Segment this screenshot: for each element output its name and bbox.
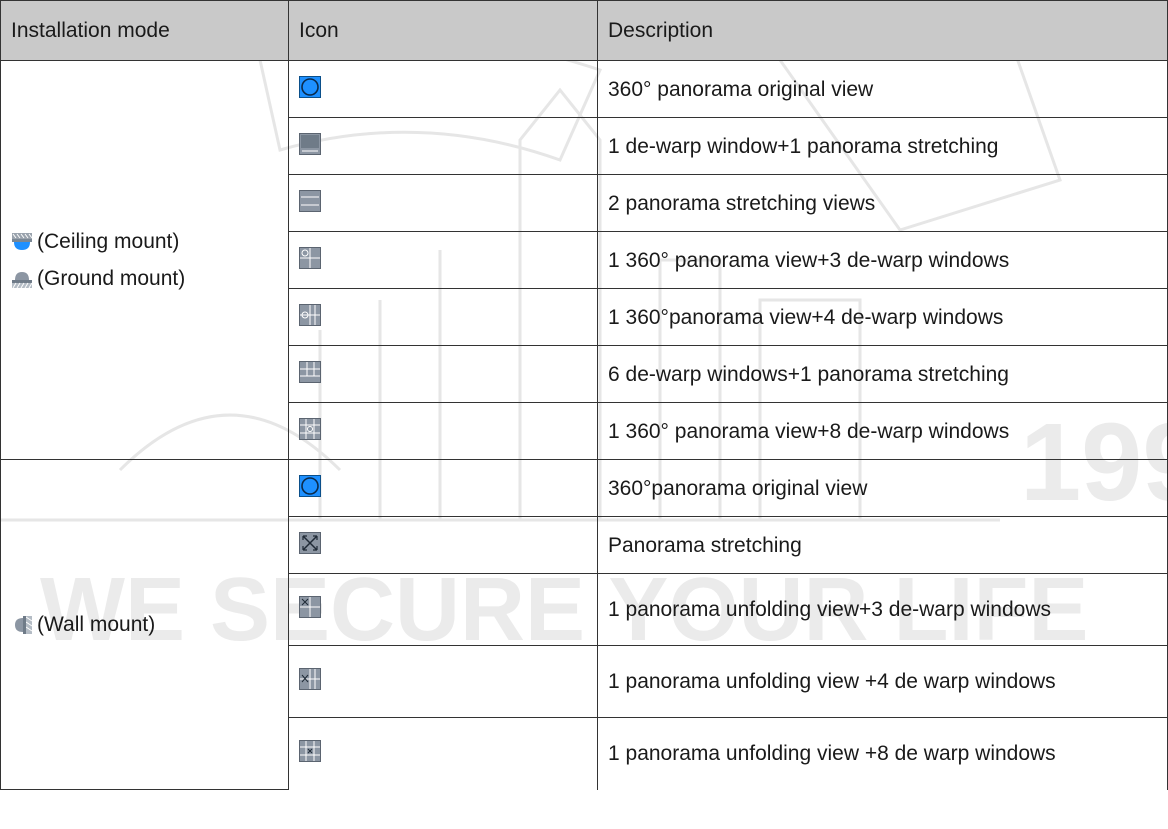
description-cell: 1 panorama unfolding view+3 de-warp wind… [597, 573, 1168, 646]
description-cell: 2 panorama stretching views [597, 174, 1168, 232]
header-installation-mode: Installation mode [0, 0, 289, 61]
icon-cell [288, 174, 598, 232]
unfolding-three-dewarp-icon[interactable] [299, 596, 321, 618]
mode-cell-ceiling-ground: (Ceiling mount) (Ground mount) [0, 60, 289, 460]
description-cell: 1 panorama unfolding view +4 de warp win… [597, 645, 1168, 718]
mode-label-wall: (Wall mount) [37, 613, 156, 636]
description-cell: 6 de-warp windows+1 panorama stretching [597, 345, 1168, 403]
icon-cell [288, 288, 598, 346]
mode-label-ceiling: (Ceiling mount) [37, 230, 180, 253]
icon-cell [288, 516, 598, 574]
ceiling-mount-icon [11, 232, 33, 252]
unfolding-four-dewarp-icon[interactable] [299, 668, 321, 690]
icon-cell [288, 60, 598, 118]
six-dewarp-panorama-stretching-icon[interactable] [299, 360, 321, 383]
ground-mount-icon [11, 269, 33, 289]
icon-cell [288, 573, 598, 646]
description-cell: 1 360° panorama view+3 de-warp windows [597, 231, 1168, 289]
table-row: (Wall mount) 360°panorama original view [0, 459, 1168, 790]
description-cell: 1 360° panorama view+8 de-warp windows [597, 402, 1168, 460]
panorama-original-view-icon[interactable] [299, 474, 321, 497]
two-panorama-stretching-icon[interactable] [299, 189, 321, 212]
panorama-three-dewarp-icon[interactable] [299, 246, 321, 269]
header-icon: Icon [288, 0, 598, 61]
description-cell: 360° panorama original view [597, 60, 1168, 118]
icon-cell [288, 645, 598, 718]
wall-mount-icon [11, 615, 33, 635]
table-row: (Ceiling mount) (Ground mount) 360° pano… [0, 60, 1168, 460]
description-cell: 360°panorama original view [597, 459, 1168, 517]
icon-cell [288, 345, 598, 403]
panorama-four-dewarp-icon[interactable] [299, 303, 321, 326]
panorama-original-view-icon[interactable] [299, 75, 321, 98]
icon-cell [288, 717, 598, 790]
mode-ceiling: (Ceiling mount) [11, 228, 274, 255]
description-cell: Panorama stretching [597, 516, 1168, 574]
mode-cell-wall: (Wall mount) [0, 459, 289, 790]
mode-ground: (Ground mount) [11, 265, 274, 292]
unfolding-eight-dewarp-icon[interactable] [299, 740, 321, 763]
panorama-stretching-icon[interactable] [299, 531, 321, 554]
table-header-row: Installation mode Icon Description [0, 0, 1168, 61]
mode-wall: (Wall mount) [11, 611, 274, 638]
panorama-eight-dewarp-icon[interactable] [299, 417, 321, 440]
description-cell: 1 panorama unfolding view +8 de warp win… [597, 717, 1168, 790]
icon-cell [288, 459, 598, 517]
description-cell: 1 de-warp window+1 panorama stretching [597, 117, 1168, 175]
icon-cell [288, 402, 598, 460]
icon-cell [288, 231, 598, 289]
header-description: Description [597, 0, 1168, 61]
one-dewarp-panorama-stretching-icon[interactable] [299, 132, 321, 155]
installation-mode-table: Installation mode Icon Description (Ceil… [0, 0, 1168, 790]
description-cell: 1 360°panorama view+4 de-warp windows [597, 288, 1168, 346]
icon-cell [288, 117, 598, 175]
mode-label-ground: (Ground mount) [37, 267, 186, 290]
